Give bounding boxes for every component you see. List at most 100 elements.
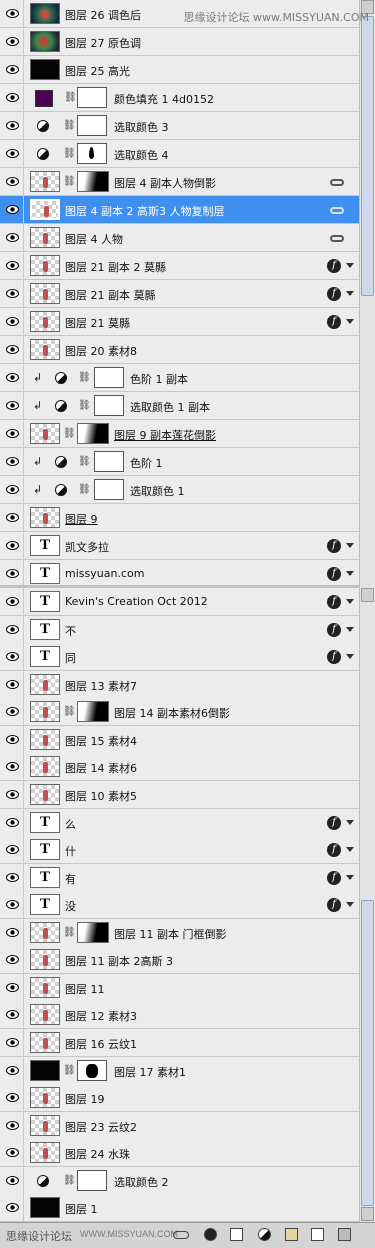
- layer-row[interactable]: T什 f: [0, 836, 359, 864]
- visibility-eye-icon[interactable]: [2, 28, 24, 55]
- layer-row[interactable]: ↲ ⛓ 选取颜色 1 副本: [0, 392, 359, 420]
- visibility-eye-icon[interactable]: [2, 726, 24, 753]
- visibility-eye-icon[interactable]: [2, 224, 24, 251]
- visibility-eye-icon[interactable]: [2, 56, 24, 83]
- layer-effects-icon[interactable]: f: [327, 623, 341, 637]
- layer-mask-thumbnail[interactable]: [77, 1170, 107, 1191]
- layer-thumbnail[interactable]: [30, 1004, 60, 1025]
- expand-effects-arrow-icon[interactable]: [346, 654, 354, 659]
- layer-thumbnail[interactable]: [30, 949, 60, 970]
- layer-row[interactable]: ⛓ 图层 11 副本 门框倒影: [0, 919, 359, 947]
- visibility-eye-icon[interactable]: [2, 364, 24, 391]
- layer-effects-icon[interactable]: f: [327, 871, 341, 885]
- mask-link-icon[interactable]: ⛓: [64, 92, 77, 103]
- layer-thumbnail[interactable]: [30, 1087, 60, 1108]
- layer-row[interactable]: T Kevin's Creation Oct 2012 f: [0, 588, 359, 616]
- visibility-eye-icon[interactable]: [2, 504, 24, 531]
- layer-row[interactable]: T有 f: [0, 864, 359, 892]
- layer-row[interactable]: T不 f: [0, 616, 359, 644]
- layer-row[interactable]: 图层 9: [0, 504, 359, 532]
- layer-thumbnail[interactable]: [30, 283, 60, 304]
- color-fill-swatch[interactable]: [35, 90, 53, 107]
- mask-link-icon[interactable]: ⛓: [63, 428, 76, 439]
- layer-row[interactable]: 图层 13 素材7: [0, 671, 359, 699]
- visibility-eye-icon[interactable]: [2, 1194, 24, 1221]
- visibility-eye-icon[interactable]: [2, 1001, 24, 1028]
- layer-thumbnail[interactable]: [30, 423, 60, 444]
- visibility-eye-icon[interactable]: [2, 140, 24, 167]
- mask-link-icon[interactable]: ⛓: [63, 120, 76, 131]
- layer-row[interactable]: ⛓ 选取颜色 3: [0, 112, 359, 140]
- layer-link-icon[interactable]: [330, 179, 344, 186]
- layer-row[interactable]: 图层 25 高光: [0, 56, 359, 84]
- layer-effects-icon[interactable]: f: [327, 843, 341, 857]
- layer-thumbnail[interactable]: [30, 3, 60, 24]
- layer-mask-thumbnail[interactable]: [77, 701, 109, 722]
- visibility-eye-icon[interactable]: [2, 196, 24, 223]
- layer-row[interactable]: ↲ ⛓ 选取颜色 1: [0, 476, 359, 504]
- visibility-eye-icon[interactable]: [2, 532, 24, 559]
- layer-row[interactable]: T 凯文多拉 f: [0, 532, 359, 560]
- layer-mask-thumbnail[interactable]: [77, 1060, 107, 1081]
- expand-effects-arrow-icon[interactable]: [346, 902, 354, 907]
- layer-row[interactable]: 图层 21 莫縣 f: [0, 308, 359, 336]
- layer-thumbnail[interactable]: [30, 729, 60, 750]
- layer-mask-thumbnail[interactable]: [94, 451, 124, 472]
- layer-effects-icon[interactable]: f: [327, 315, 341, 329]
- layer-row[interactable]: ⛓ 选取颜色 2: [0, 1167, 359, 1195]
- layer-row[interactable]: 图层 21 副本 莫縣 f: [0, 280, 359, 308]
- visibility-eye-icon[interactable]: [2, 946, 24, 973]
- visibility-eye-icon[interactable]: [2, 781, 24, 808]
- visibility-eye-icon[interactable]: [2, 448, 24, 475]
- layer-row[interactable]: 图层 15 素材4: [0, 726, 359, 754]
- layer-mask-thumbnail[interactable]: [94, 395, 124, 416]
- layer-row[interactable]: 图层 11 副本 2高斯 3: [0, 946, 359, 974]
- scroll-thumb-upper[interactable]: [361, 16, 374, 296]
- layer-row[interactable]: 图层 24 水珠: [0, 1139, 359, 1167]
- scroll-down-button[interactable]: [361, 1207, 374, 1221]
- layer-thumbnail[interactable]: [30, 674, 60, 695]
- layer-thumbnail[interactable]: [30, 1060, 60, 1081]
- visibility-eye-icon[interactable]: [2, 1167, 24, 1194]
- text-layer-thumbnail[interactable]: T: [30, 839, 60, 860]
- mask-link-icon[interactable]: ⛓: [63, 1065, 76, 1076]
- layer-link-icon[interactable]: [330, 235, 344, 242]
- mask-link-icon[interactable]: ⛓: [63, 706, 76, 717]
- layer-thumbnail[interactable]: [30, 1197, 60, 1218]
- layer-effects-icon[interactable]: f: [327, 567, 341, 581]
- layer-thumbnail[interactable]: [30, 31, 60, 52]
- layer-mask-thumbnail[interactable]: [94, 367, 124, 388]
- visibility-eye-icon[interactable]: [2, 252, 24, 279]
- layer-link-icon[interactable]: [330, 207, 344, 214]
- layer-mask-thumbnail[interactable]: [77, 922, 109, 943]
- layer-row[interactable]: 图层 4 副本 2 高斯3 人物复制层: [0, 196, 359, 224]
- mask-link-icon[interactable]: ⛓: [78, 484, 91, 495]
- visibility-eye-icon[interactable]: [2, 1057, 24, 1084]
- mask-link-icon[interactable]: ⛓: [63, 1175, 76, 1186]
- layer-effects-icon[interactable]: f: [327, 595, 341, 609]
- visibility-eye-icon[interactable]: [2, 420, 24, 447]
- mask-link-icon[interactable]: ⛓: [63, 927, 76, 938]
- visibility-eye-icon[interactable]: [2, 1139, 24, 1166]
- new-group-icon[interactable]: [285, 1228, 298, 1241]
- layer-mask-thumbnail[interactable]: [94, 479, 124, 500]
- layer-row[interactable]: 图层 27 原色调: [0, 28, 359, 56]
- layer-row[interactable]: 图层 11: [0, 974, 359, 1002]
- layer-row[interactable]: Tmissyuan.com f: [0, 560, 359, 588]
- layer-row[interactable]: ⛓ 图层 14 副本素材6倒影: [0, 698, 359, 726]
- scroll-thumb-lower[interactable]: [361, 900, 374, 1206]
- mask-link-icon[interactable]: ⛓: [78, 456, 91, 467]
- layer-thumbnail[interactable]: [30, 171, 60, 192]
- expand-effects-arrow-icon[interactable]: [346, 875, 354, 880]
- layer-row[interactable]: 图层 16 云纹1: [0, 1029, 359, 1057]
- visibility-eye-icon[interactable]: [2, 588, 24, 615]
- layer-row[interactable]: ⛓ 图层 17 素材1: [0, 1057, 359, 1085]
- layer-thumbnail[interactable]: [30, 1142, 60, 1163]
- layer-row[interactable]: 图层 23 云纹2: [0, 1112, 359, 1140]
- layer-row[interactable]: 图层 20 素材8: [0, 336, 359, 364]
- expand-effects-arrow-icon[interactable]: [346, 571, 354, 576]
- layer-effects-icon[interactable]: f: [327, 816, 341, 830]
- visibility-eye-icon[interactable]: [2, 671, 24, 698]
- text-layer-thumbnail[interactable]: T: [30, 563, 60, 584]
- visibility-eye-icon[interactable]: [2, 864, 24, 891]
